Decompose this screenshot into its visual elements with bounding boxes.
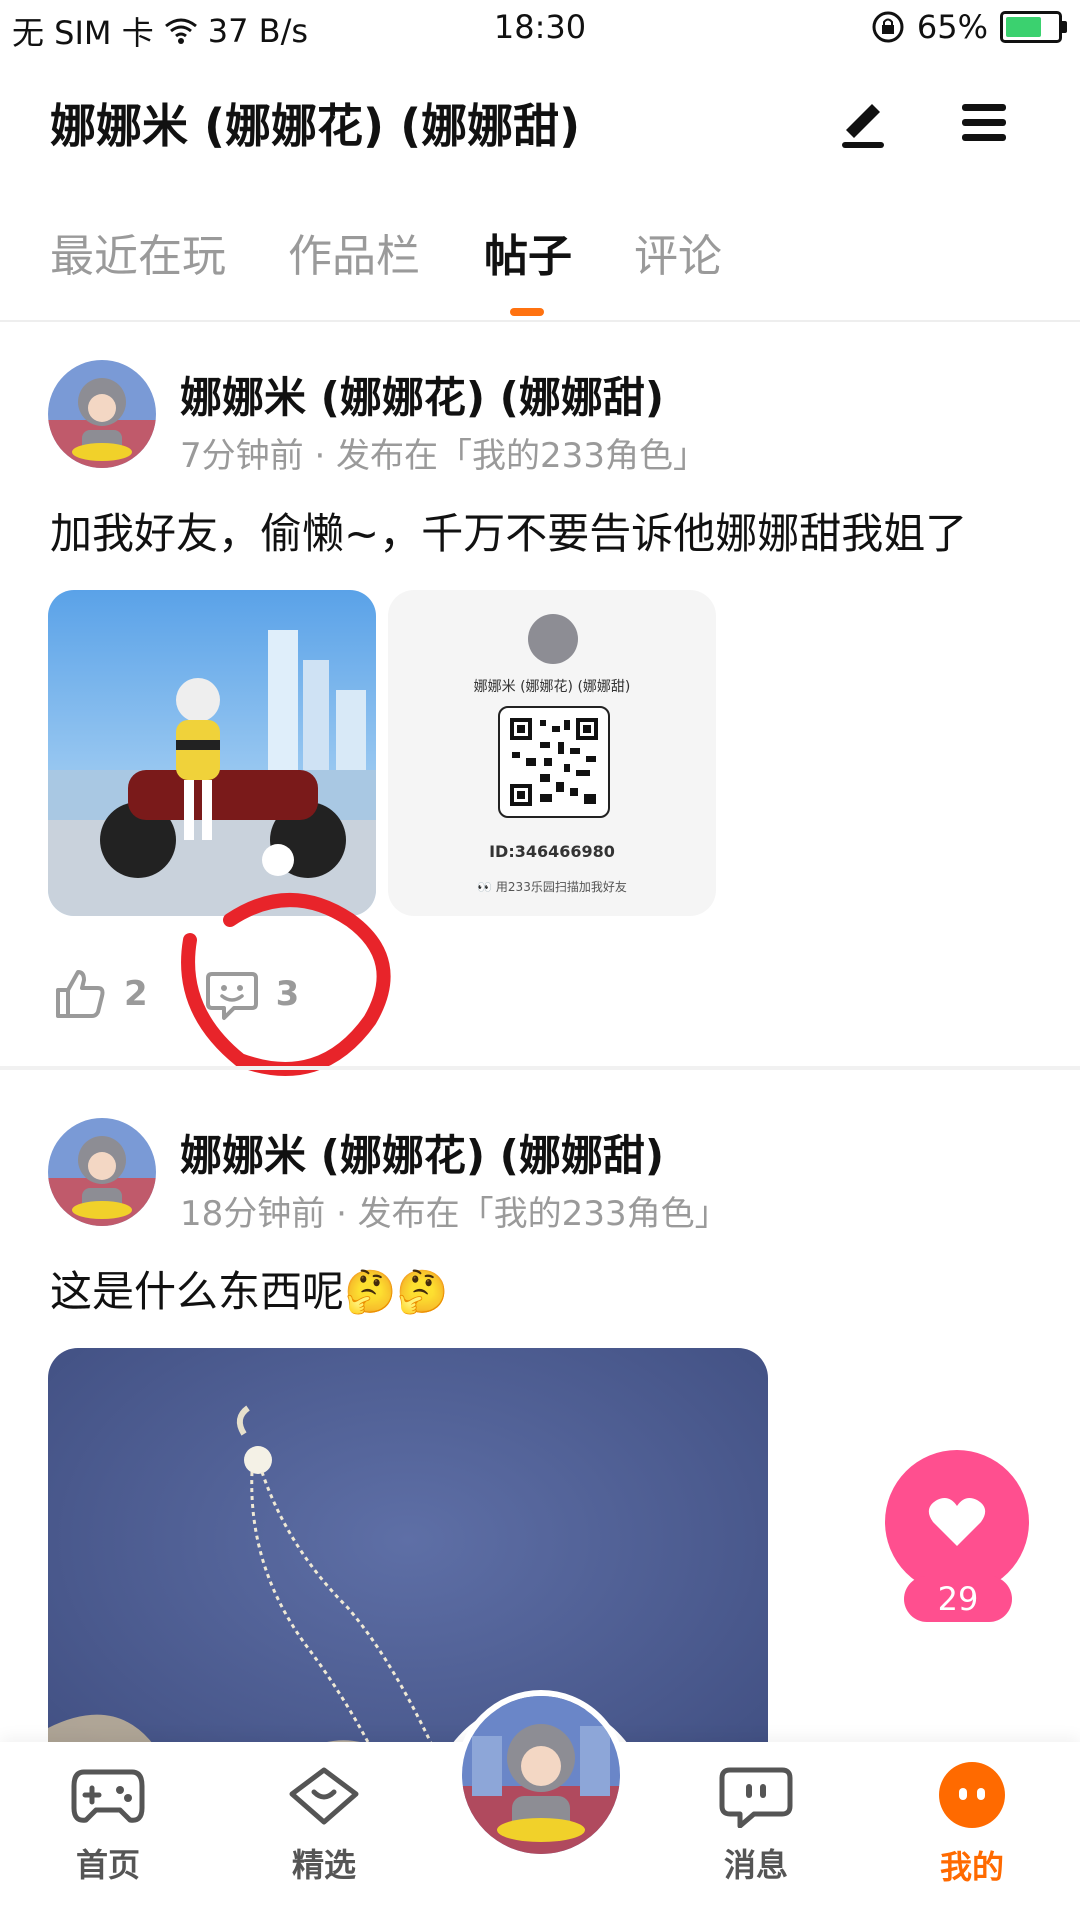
nav-featured-label: 精选 bbox=[291, 1846, 356, 1884]
post-meta: 7分钟前 · 发布在「我的233角色」 bbox=[180, 436, 707, 476]
post-meta: 18分钟前 · 发布在「我的233角色」 bbox=[180, 1194, 729, 1234]
message-icon bbox=[719, 1767, 793, 1829]
post-image-character[interactable] bbox=[48, 590, 376, 916]
eyes-icon: 👀 bbox=[477, 880, 496, 894]
rotation-lock-icon bbox=[872, 11, 904, 43]
avatar[interactable] bbox=[48, 360, 156, 468]
tab-works[interactable]: 作品栏 bbox=[288, 220, 420, 284]
active-tab-indicator bbox=[510, 308, 544, 316]
status-bar: 无 SIM 卡 37 B/s 18:30 65% bbox=[0, 0, 1080, 56]
nav-messages[interactable]: 消息 bbox=[676, 1742, 836, 1886]
qr-card-hint: 👀 用233乐园扫描加我好友 bbox=[477, 880, 627, 894]
tab-comments[interactable]: 评论 bbox=[634, 220, 722, 284]
nav-me[interactable]: 我的 bbox=[892, 1742, 1052, 1888]
post-content: 加我好友，偷懒~，千万不要告诉他娜娜甜我姐了 bbox=[50, 509, 968, 558]
floating-like-button[interactable] bbox=[885, 1450, 1029, 1594]
tab-posts[interactable]: 帖子 bbox=[484, 220, 572, 284]
status-right: 65% bbox=[871, 8, 1067, 46]
thumbs-up-icon bbox=[56, 970, 105, 1018]
profile-tabs: 最近在玩 作品栏 帖子 评论 bbox=[0, 220, 1080, 322]
profile-header: 娜娜米 (娜娜花) (娜娜甜) bbox=[0, 80, 1080, 160]
profile-title: 娜娜米 (娜娜花) (娜娜甜) bbox=[50, 99, 581, 153]
qr-card-avatar bbox=[528, 614, 578, 664]
post-author[interactable]: 娜娜米 (娜娜花) (娜娜甜) bbox=[180, 1122, 664, 1183]
center-avatar-button[interactable] bbox=[456, 1690, 626, 1860]
post-content: 这是什么东西呢🤔🤔 bbox=[50, 1267, 449, 1316]
nav-featured[interactable]: 精选 bbox=[244, 1742, 404, 1886]
heart-icon bbox=[928, 1498, 986, 1546]
qr-code bbox=[498, 706, 610, 818]
edit-icon[interactable] bbox=[832, 90, 896, 154]
nav-messages-label: 消息 bbox=[723, 1846, 788, 1884]
nav-home-label: 首页 bbox=[75, 1846, 140, 1884]
post-divider bbox=[0, 1066, 1080, 1070]
like-button[interactable]: 2 bbox=[52, 966, 148, 1022]
nav-me-label: 我的 bbox=[939, 1848, 1004, 1886]
post-author[interactable]: 娜娜米 (娜娜花) (娜娜甜) bbox=[180, 364, 664, 425]
qr-card-id: ID:346466980 bbox=[489, 842, 615, 861]
red-circle-annotation bbox=[181, 893, 391, 1076]
battery-icon bbox=[1000, 11, 1067, 43]
nav-home[interactable]: 首页 bbox=[28, 1742, 188, 1886]
gamepad-icon bbox=[71, 1769, 145, 1823]
avatar[interactable] bbox=[48, 1118, 156, 1226]
menu-icon[interactable] bbox=[952, 90, 1016, 154]
me-icon bbox=[939, 1762, 1005, 1828]
featured-heart-icon bbox=[289, 1767, 359, 1825]
floating-like-count: 29 bbox=[904, 1576, 1012, 1622]
post-image-qr-card[interactable]: 娜娜米 (娜娜花) (娜娜甜) ID:346466980 👀 用233乐园扫描加… bbox=[388, 590, 716, 916]
tab-recent[interactable]: 最近在玩 bbox=[50, 220, 226, 284]
battery-percent: 65% bbox=[916, 8, 988, 46]
qr-card-name: 娜娜米 (娜娜花) (娜娜甜) bbox=[473, 679, 631, 695]
like-count: 2 bbox=[124, 974, 148, 1014]
